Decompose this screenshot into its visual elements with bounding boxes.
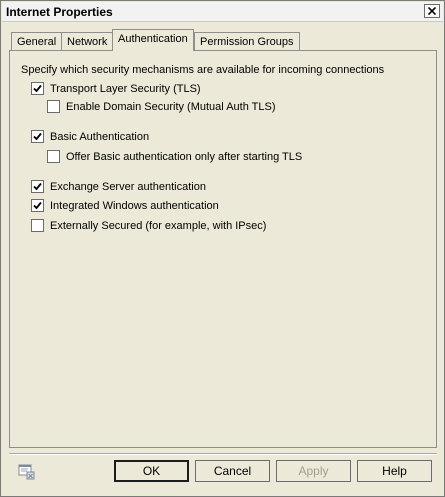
tab-authentication[interactable]: Authentication (112, 29, 194, 51)
option-basic-after-tls-label: Offer Basic authentication only after st… (66, 150, 303, 163)
tab-general[interactable]: General (11, 32, 63, 51)
close-icon (428, 7, 436, 15)
checkbox-basic-auth[interactable] (31, 130, 44, 143)
ok-button-label: OK (142, 464, 161, 478)
checkbox-domain-security[interactable] (47, 100, 60, 113)
separator (9, 453, 437, 455)
option-exchange-auth-label: Exchange Server authentication (50, 180, 206, 193)
properties-icon (18, 464, 35, 480)
checkbox-exchange-auth[interactable] (31, 180, 44, 193)
checkbox-basic-after-tls[interactable] (47, 150, 60, 163)
option-tls-label: Transport Layer Security (TLS) (50, 82, 201, 95)
option-tls[interactable]: Transport Layer Security (TLS) (31, 82, 201, 95)
checkmark-icon (33, 182, 42, 191)
tab-permission-groups[interactable]: Permission Groups (194, 32, 300, 51)
checkmark-icon (33, 132, 42, 141)
tab-authentication-label: Authentication (118, 33, 188, 45)
title-bar[interactable]: Internet Properties (2, 2, 443, 22)
checkmark-icon (33, 201, 42, 210)
cancel-button[interactable]: Cancel (195, 460, 270, 482)
option-windows-auth-label: Integrated Windows authentication (50, 199, 219, 212)
option-exchange-auth[interactable]: Exchange Server authentication (31, 180, 206, 193)
option-externally-secured-label: Externally Secured (for example, with IP… (50, 219, 267, 232)
option-externally-secured[interactable]: Externally Secured (for example, with IP… (31, 219, 266, 232)
tab-network-label: Network (67, 36, 108, 48)
close-button[interactable] (424, 4, 440, 18)
option-basic-auth-label: Basic Authentication (50, 130, 150, 143)
help-button[interactable]: Help (357, 460, 432, 482)
tab-network[interactable]: Network (61, 32, 114, 51)
tab-permission-groups-label: Permission Groups (200, 36, 294, 48)
option-basic-auth[interactable]: Basic Authentication (31, 130, 149, 143)
checkmark-icon (33, 84, 42, 93)
option-basic-after-tls[interactable]: Offer Basic authentication only after st… (47, 150, 302, 163)
option-domain-security[interactable]: Enable Domain Security (Mutual Auth TLS) (47, 100, 276, 113)
tab-general-label: General (17, 36, 57, 48)
help-button-label: Help (382, 464, 407, 478)
apply-button[interactable]: Apply (276, 460, 351, 482)
option-domain-security-label: Enable Domain Security (Mutual Auth TLS) (66, 100, 276, 113)
checkbox-externally-secured[interactable] (31, 219, 44, 232)
window-title: Internet Properties (6, 5, 113, 19)
auth-description: Specify which security mechanisms are av… (21, 64, 385, 76)
apply-button-label: Apply (298, 464, 329, 478)
internet-properties-dialog: Internet Properties General Network Auth… (0, 0, 445, 497)
ok-button[interactable]: OK (114, 460, 189, 482)
checkbox-windows-auth[interactable] (31, 199, 44, 212)
option-windows-auth[interactable]: Integrated Windows authentication (31, 199, 219, 212)
cancel-button-label: Cancel (213, 464, 252, 478)
checkbox-tls[interactable] (31, 82, 44, 95)
